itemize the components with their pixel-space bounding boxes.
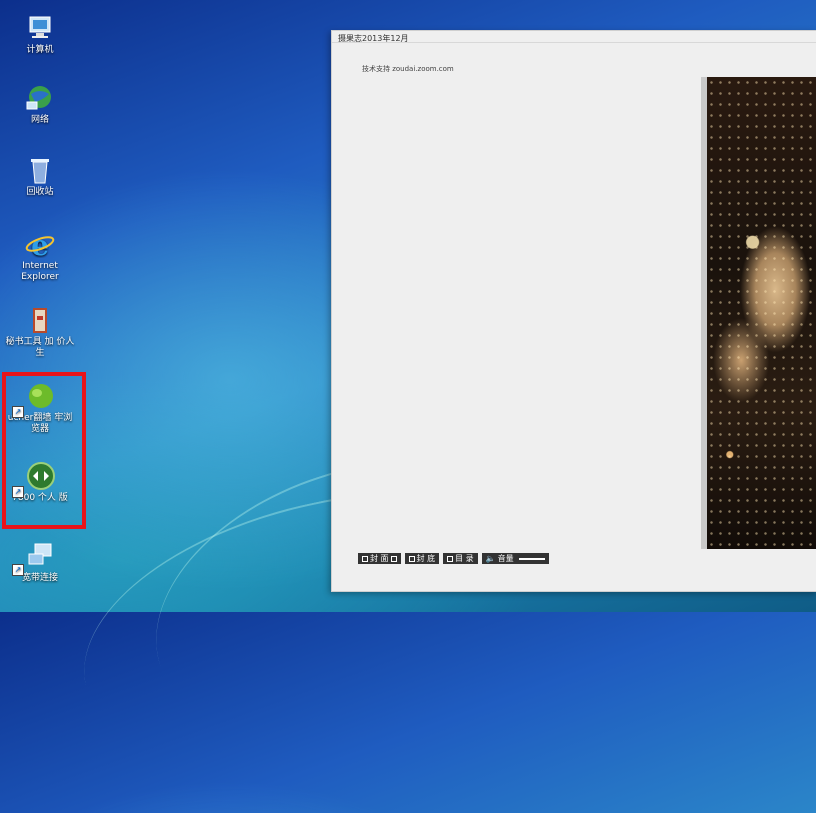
shortcut-arrow-icon: ↗ [12,564,24,576]
desktop-icon-broadband[interactable]: ↗ 宽带连接 [4,542,76,584]
desktop-icon-network[interactable]: 网络 [4,84,76,126]
computer-icon [29,16,51,38]
cover-button-label: 封 面 [370,554,389,563]
internet-explorer-icon: e [25,230,55,258]
volume-slider[interactable] [518,557,545,560]
back-cover-button[interactable]: 封 底 [404,553,440,564]
magazine-cover-photo[interactable] [701,77,816,549]
desktop-icon-computer[interactable]: 计算机 [4,14,76,56]
reader-toolbar: 封 面 封 底 目 录 🔈 音量 [358,553,549,564]
volume-label: 音量 [497,554,514,563]
volume-control[interactable]: 🔈 音量 [481,553,549,564]
cover-button[interactable]: 封 面 [358,553,401,564]
broadband-icon [28,543,52,565]
desktop-icon-recycle-bin[interactable]: 回收站 [4,156,76,198]
cover-photo-lights [707,77,816,549]
page-icon [362,555,368,562]
page-icon [390,555,397,562]
toc-button-label: 目 录 [455,554,474,563]
desktop-icon-label: 计算机 [26,45,54,55]
desktop-icon-label: 宽带连接 [21,573,58,583]
folder-icon [33,308,47,333]
speaker-icon: 🔈 [485,554,496,563]
desktop-icon-internet-explorer[interactable]: e Internet Explorer [4,230,76,283]
desktop-icon-label: 回收站 [26,187,54,197]
highlight-annotation-box [2,372,86,529]
list-icon [447,555,454,562]
svg-text:e: e [31,230,49,258]
toc-button[interactable]: 目 录 [443,553,478,564]
divider [332,42,816,43]
support-text: 技术支持 zoudai.zoom.com [362,65,454,73]
back-cover-button-label: 封 底 [416,554,436,563]
network-icon [26,86,51,110]
desktop-icon-label: 网络 [30,115,49,125]
page-icon [408,555,415,562]
recycle-bin-icon [31,159,49,184]
desktop-icon-label: 秘书工具 加 价人生 [5,337,75,358]
desktop-icon-folder[interactable]: 秘书工具 加 价人生 [4,306,76,359]
desktop-icon-label: Internet Explorer [21,261,59,282]
magazine-reader-window[interactable]: 摄果志2013年12月 技术支持 zoudai.zoom.com 封 面 封 底… [331,30,816,592]
